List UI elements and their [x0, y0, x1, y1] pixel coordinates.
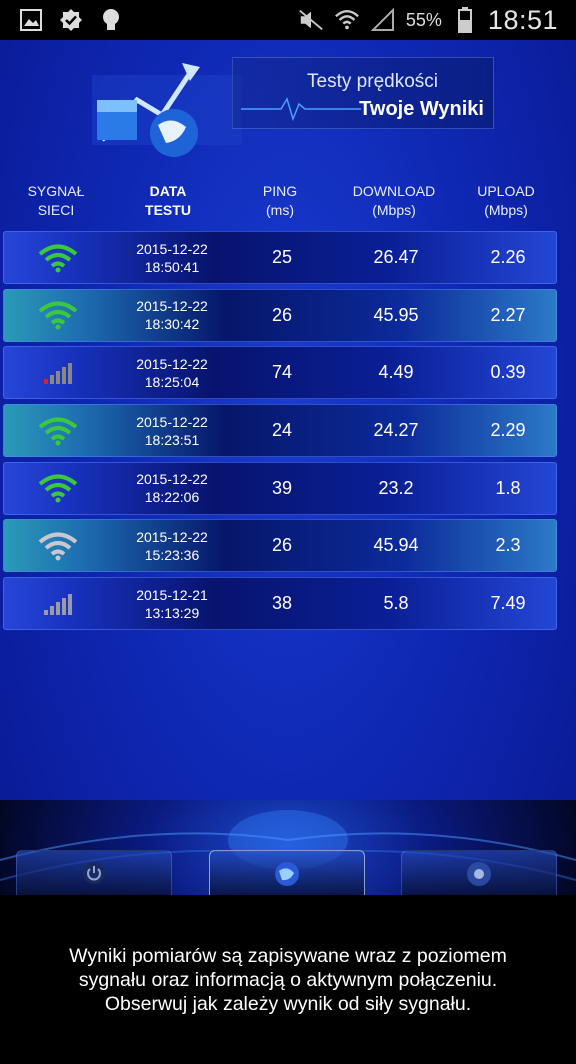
- settings-icon: [467, 862, 491, 886]
- header-upload-line2: (Mbps): [484, 202, 528, 218]
- gallery-icon: [18, 7, 44, 33]
- header-upload: UPLOAD (Mbps): [458, 182, 554, 220]
- upload-value: 2.3: [495, 535, 521, 556]
- cell-signal-icon: [370, 7, 396, 33]
- download-value: 45.95: [373, 304, 419, 325]
- toast-message: Wyniki pomiarów są zapisywane wraz z poz…: [28, 944, 548, 1016]
- header-download-line2: (Mbps): [372, 202, 416, 218]
- battery-icon: [452, 7, 478, 33]
- test-date: 2015-12-21: [136, 586, 208, 603]
- ping-value: 24: [271, 420, 293, 441]
- test-time: 18:23:51: [144, 431, 200, 448]
- wifi-signal-icon: [4, 290, 112, 341]
- download-value: 5.8: [383, 593, 409, 614]
- ping-value: 38: [271, 593, 293, 614]
- check-badge-icon: [58, 7, 84, 33]
- toast-line2: sygnału oraz informacją o aktywnym połąc…: [78, 968, 498, 991]
- test-datetime: 2015-12-22 18:25:04: [112, 347, 232, 398]
- test-date: 2015-12-22: [136, 528, 208, 545]
- banner-title: Twoje Wyniki: [359, 98, 484, 120]
- wifi-signal-icon: [4, 405, 112, 456]
- download-value: 45.94: [373, 535, 419, 556]
- upload-value: 2.26: [490, 247, 526, 267]
- result-row[interactable]: 2015-12-22 18:50:41 25 26.47 2.26: [3, 231, 557, 284]
- ping-value: 25: [271, 247, 293, 267]
- toast-line3: Obserwuj jak zależy wynik od siły sygnał…: [104, 992, 472, 1015]
- test-datetime: 2015-12-22 18:22:06: [112, 463, 232, 514]
- mute-icon: [298, 7, 324, 33]
- header-ping-line2: (ms): [266, 202, 294, 218]
- test-time: 18:30:42: [144, 316, 200, 333]
- header-signal-line2: SIECI: [37, 202, 75, 218]
- ping-value: 26: [271, 304, 293, 325]
- result-row[interactable]: 2015-12-22 18:22:06 39 23.2 1.8: [3, 461, 557, 515]
- speed-logo-icon: [92, 63, 242, 157]
- upload-value: 2.29: [490, 420, 526, 441]
- download-value: 23.2: [378, 477, 414, 498]
- header-date: DATA TESTU: [110, 182, 226, 220]
- app-screen: Testy prędkości Twoje Wyniki SYGNAŁ SIEC…: [0, 40, 576, 1064]
- upload-value: 2.27: [490, 304, 526, 325]
- download-value: 26.47: [373, 247, 419, 267]
- globe-icon: [275, 862, 299, 886]
- cell-signal-bars-icon: [4, 347, 112, 398]
- test-time: 15:23:36: [144, 546, 200, 563]
- result-row[interactable]: 2015-12-21 13:13:29 38 5.8 7.49: [3, 577, 557, 631]
- header-upload-line1: UPLOAD: [477, 183, 535, 199]
- download-value: 4.49: [378, 362, 414, 383]
- upload-value: 0.39: [490, 362, 526, 383]
- table-header: SYGNAŁ SIECI DATA TESTU PING (ms) DOWNLO…: [0, 182, 576, 230]
- test-datetime: 2015-12-22 15:23:36: [112, 520, 232, 571]
- test-time: 18:22:06: [144, 489, 200, 506]
- test-date: 2015-12-22: [136, 298, 208, 315]
- header-signal-line1: SYGNAŁ: [27, 183, 85, 199]
- ping-value: 26: [271, 535, 293, 556]
- result-row[interactable]: 2015-12-22 18:23:51 24 24.27 2.29: [3, 404, 557, 458]
- clock: 18:51: [487, 4, 558, 35]
- result-row[interactable]: 2015-12-22 15:23:36 26 45.94 2.3: [3, 519, 557, 573]
- test-time: 18:25:04: [144, 373, 200, 390]
- test-date: 2015-12-22: [136, 240, 208, 257]
- header-date-line1: DATA: [149, 183, 187, 199]
- test-datetime: 2015-12-22 18:23:51: [112, 405, 232, 456]
- banner-subtitle: Testy prędkości: [307, 71, 438, 92]
- test-date: 2015-12-22: [136, 471, 208, 488]
- test-time: 18:50:41: [144, 258, 200, 275]
- test-date: 2015-12-22: [136, 413, 208, 430]
- cell-signal-bars-icon: [4, 578, 112, 629]
- battery-percent: 55%: [405, 9, 442, 30]
- header-date-line2: TESTU: [145, 202, 191, 218]
- power-icon: [83, 862, 105, 884]
- ping-value: 74: [271, 362, 293, 383]
- header-signal: SYGNAŁ SIECI: [10, 182, 102, 220]
- test-date: 2015-12-22: [136, 355, 208, 372]
- header-download-line1: DOWNLOAD: [352, 183, 436, 199]
- results-list: 2015-12-22 18:50:41 25 26.47 2.26 2015-1…: [3, 231, 557, 635]
- test-datetime: 2015-12-21 13:13:29: [112, 578, 232, 629]
- wifi-signal-icon: [4, 463, 112, 514]
- test-time: 13:13:29: [144, 604, 200, 621]
- test-datetime: 2015-12-22 18:30:42: [112, 290, 232, 341]
- lightbulb-icon: [98, 7, 124, 33]
- toast-line1: Wyniki pomiarów są zapisywane wraz z poz…: [69, 944, 507, 967]
- header-ping: PING (ms): [238, 182, 322, 220]
- banner: Testy prędkości Twoje Wyniki: [82, 45, 502, 163]
- result-row[interactable]: 2015-12-22 18:30:42 26 45.95 2.27: [3, 288, 557, 342]
- header-download: DOWNLOAD (Mbps): [332, 182, 456, 220]
- status-bar: 55% 18:51: [0, 0, 576, 40]
- wifi-icon: [334, 7, 360, 33]
- info-toast: Wyniki pomiarów są zapisywane wraz z poz…: [0, 895, 576, 1064]
- upload-value: 7.49: [490, 593, 526, 614]
- upload-value: 1.8: [495, 477, 521, 498]
- wifi-signal-icon: [4, 520, 112, 571]
- download-value: 24.27: [373, 420, 419, 441]
- ping-value: 39: [271, 477, 293, 498]
- wifi-signal-icon: [4, 232, 112, 283]
- header-ping-line1: PING: [262, 183, 298, 199]
- result-row[interactable]: 2015-12-22 18:25:04 74 4.49 0.39: [3, 346, 557, 400]
- test-datetime: 2015-12-22 18:50:41: [112, 232, 232, 283]
